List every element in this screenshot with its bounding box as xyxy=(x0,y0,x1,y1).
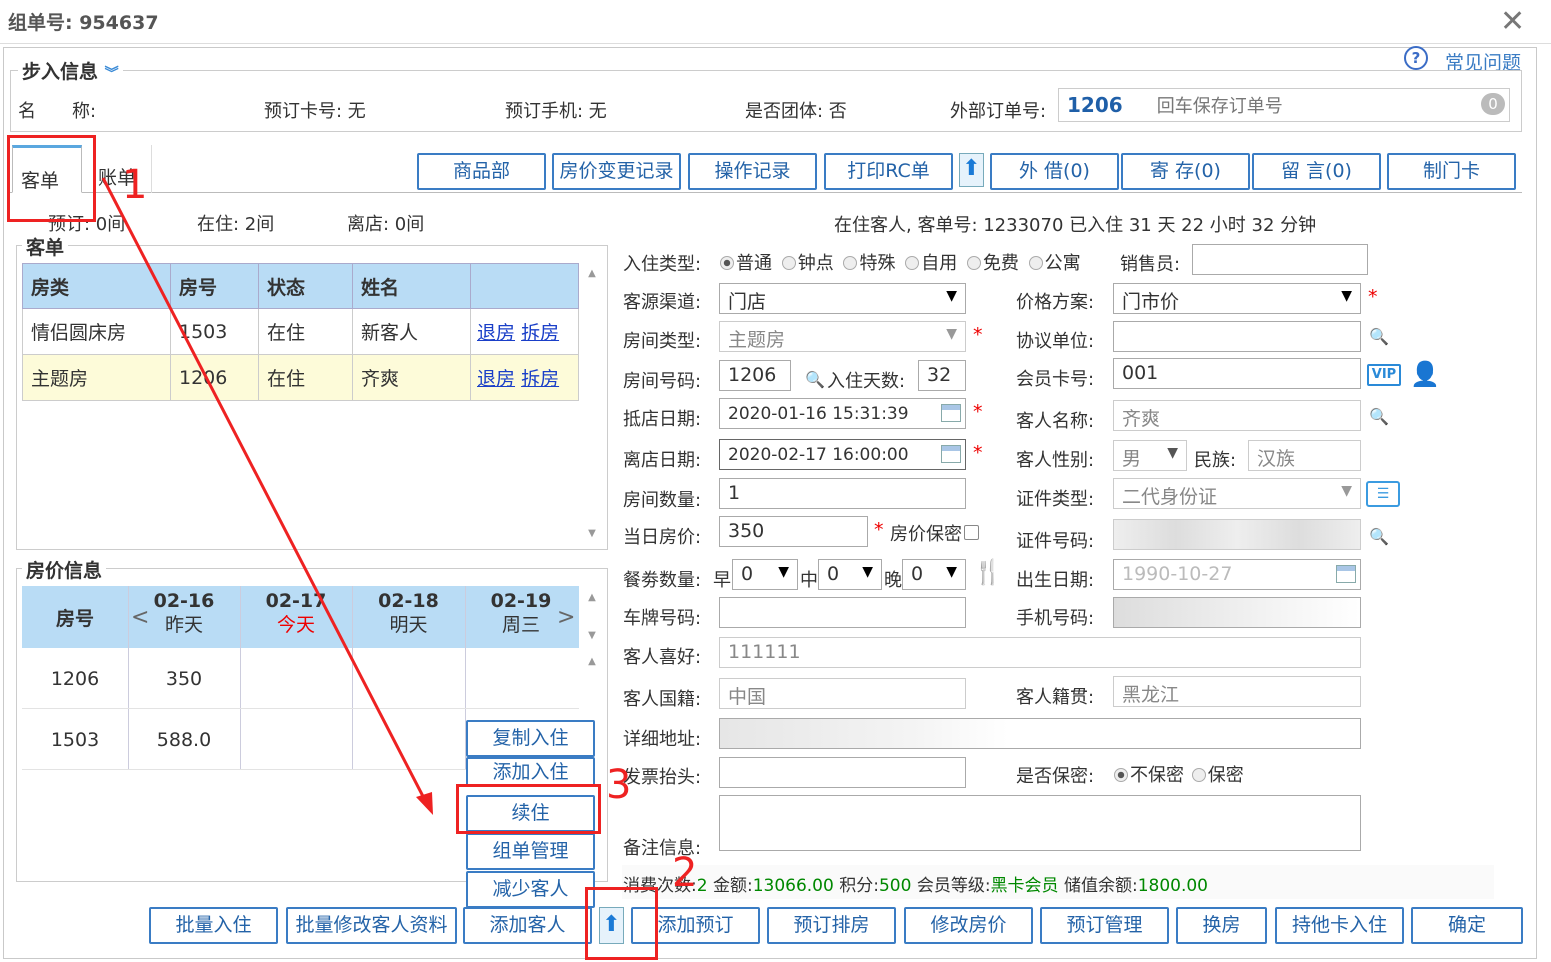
annotation-arrow-head xyxy=(416,792,433,815)
annotation-arrow-line xyxy=(101,177,430,807)
annotation-arrow xyxy=(101,177,433,815)
